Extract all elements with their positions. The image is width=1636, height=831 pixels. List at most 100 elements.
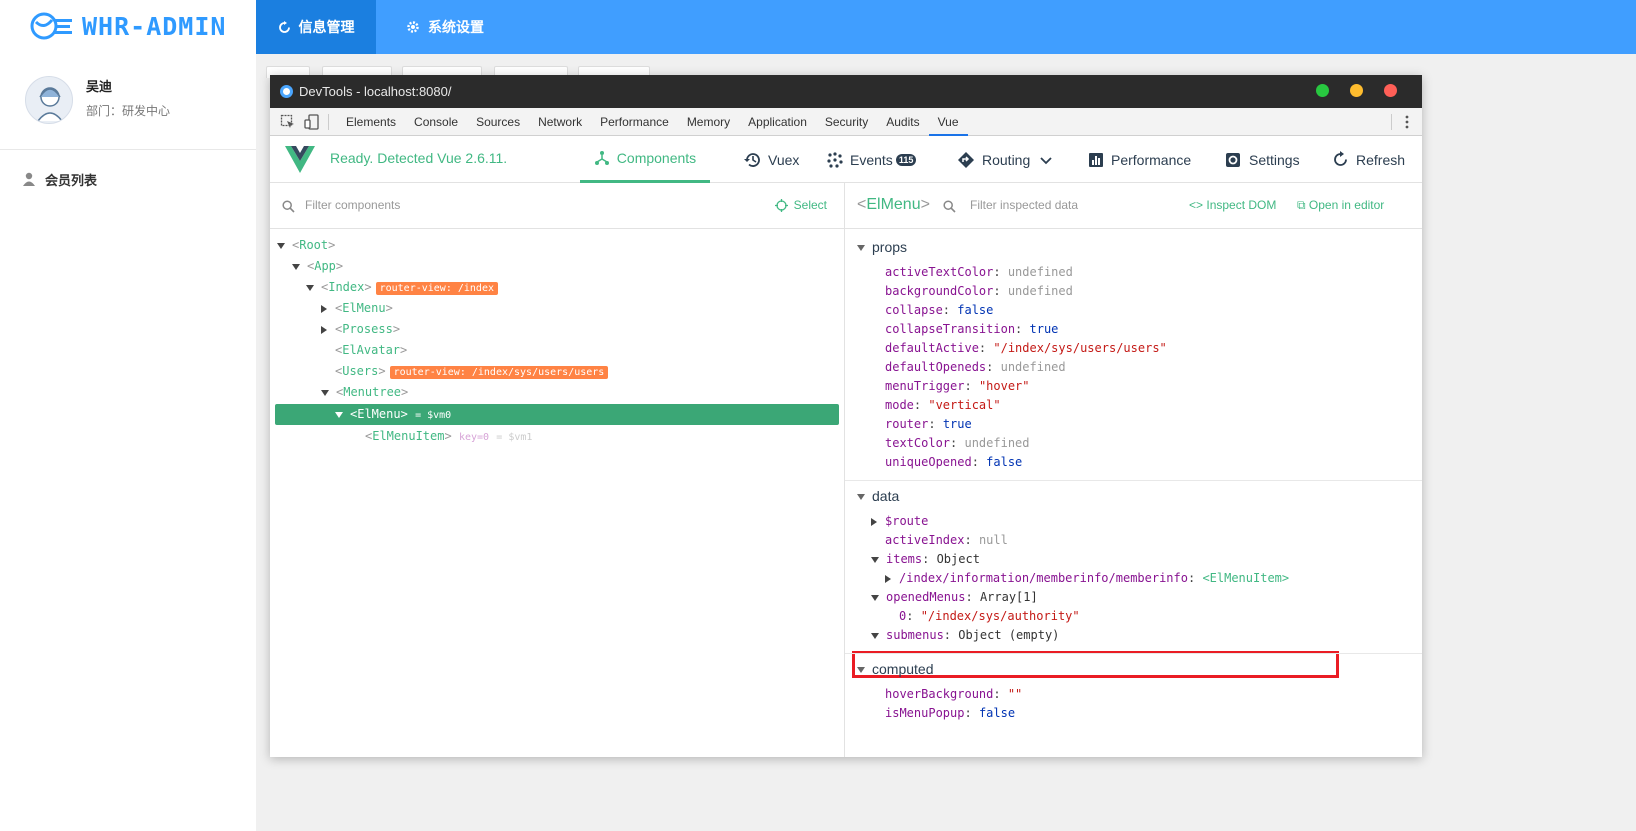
devtools-title: DevTools - localhost:8080/ <box>299 84 452 99</box>
collapse-toggle-icon[interactable] <box>321 304 327 313</box>
device-toolbar-icon[interactable] <box>304 113 320 130</box>
prop-row[interactable]: router: true <box>885 415 972 434</box>
tab-audits[interactable]: Audits <box>877 108 928 136</box>
open-in-editor-button[interactable]: ⧉ Open in editor <box>1297 198 1384 213</box>
data-row[interactable]: 0: "/index/sys/authority" <box>899 607 1080 626</box>
top-navbar: 信息管理 系统设置 <box>256 0 1636 54</box>
collapse-toggle-icon[interactable] <box>871 517 877 526</box>
maximize-button[interactable] <box>1316 84 1329 97</box>
prop-row[interactable]: textColor: undefined <box>885 434 1030 453</box>
devtools-titlebar[interactable]: DevTools - localhost:8080/ <box>270 75 1422 108</box>
data-row[interactable]: openedMenus: Array[1] <box>871 588 1038 607</box>
tab-sources[interactable]: Sources <box>467 108 529 136</box>
tree-node-prosess[interactable]: <Prosess> <box>275 319 839 340</box>
tab-performance[interactable]: Performance <box>591 108 678 136</box>
prop-row[interactable]: defaultOpeneds: undefined <box>885 358 1066 377</box>
select-component-button[interactable]: Select <box>774 198 827 212</box>
tree-node-elmenu-selected[interactable]: <ElMenu> = $vm0 <box>275 404 839 425</box>
section-props[interactable]: props <box>857 239 907 255</box>
vue-tab-events[interactable]: Events 115 <box>827 136 917 183</box>
avatar[interactable] <box>25 76 73 124</box>
section-data[interactable]: data <box>857 488 899 504</box>
component-name: Users <box>342 364 379 378</box>
chrome-icon <box>280 85 293 98</box>
vue-tab-settings[interactable]: Settings <box>1224 136 1300 183</box>
minimize-button[interactable] <box>1350 84 1363 97</box>
prop-row[interactable]: menuTrigger: "hover" <box>885 377 1030 396</box>
prop-row[interactable]: collapse: false <box>885 301 993 320</box>
prop-row[interactable]: activeTextColor: undefined <box>885 263 1073 282</box>
expand-toggle-icon[interactable] <box>335 411 343 418</box>
tab-elements[interactable]: Elements <box>337 108 405 136</box>
data-row[interactable]: $route <box>871 512 928 531</box>
refresh-circle-icon <box>278 20 290 33</box>
expand-toggle-icon[interactable] <box>857 494 865 501</box>
expand-toggle-icon[interactable] <box>871 632 879 639</box>
inspect-dom-button[interactable]: <> Inspect DOM <box>1189 198 1276 212</box>
devtools-tabbar: Elements Console Sources Network Perform… <box>270 108 1422 136</box>
user-icon <box>23 172 35 186</box>
tree-node-users[interactable]: <Users> router-view: /index/sys/users/use… <box>275 361 839 382</box>
data-row[interactable]: activeIndex: null <box>885 531 1008 550</box>
tree-node-elavatar[interactable]: <ElAvatar> <box>275 340 839 361</box>
collapse-toggle-icon[interactable] <box>885 574 891 583</box>
tab-vue[interactable]: Vue <box>928 108 968 136</box>
vue-tab-performance[interactable]: Performance <box>1088 136 1191 183</box>
tab-info-management[interactable]: 信息管理 <box>256 0 376 54</box>
close-button[interactable] <box>1384 84 1397 97</box>
data-row[interactable]: submenus: Object (empty) <box>871 626 1059 645</box>
prop-row[interactable]: defaultActive: "/index/sys/users/users" <box>885 339 1167 358</box>
collapse-toggle-icon[interactable] <box>321 325 327 334</box>
tab-console[interactable]: Console <box>405 108 467 136</box>
tree-node-app[interactable]: <App> <box>275 256 839 277</box>
expand-toggle-icon[interactable] <box>857 245 865 252</box>
logo[interactable]: WHR-ADMIN <box>0 0 256 52</box>
more-options-icon[interactable] <box>1400 114 1414 130</box>
components-panel: Filter components Select <Root> <App> <I… <box>270 183 845 757</box>
history-icon <box>744 152 760 167</box>
vue-tab-routing[interactable]: Routing <box>957 136 1060 183</box>
prop-row[interactable]: backgroundColor: undefined <box>885 282 1073 301</box>
filter-components-input[interactable]: Filter components <box>305 198 400 212</box>
vue-devtools-toolbar: Ready. Detected Vue 2.6.11. Components V… <box>270 136 1422 183</box>
events-icon <box>827 151 843 168</box>
section-computed[interactable]: computed <box>857 661 933 677</box>
tab-system-settings[interactable]: 系统设置 <box>390 0 500 54</box>
vm-ref: = $vm0 <box>415 410 452 421</box>
vue-tab-vuex[interactable]: Vuex <box>743 136 799 183</box>
computed-row[interactable]: isMenuPopup: false <box>885 704 1015 723</box>
expand-toggle-icon[interactable] <box>277 242 285 249</box>
sidebar-item-member-list[interactable]: 会员列表 <box>0 160 256 198</box>
filter-inspected-data-input[interactable]: Filter inspected data <box>970 198 1078 212</box>
vue-tab-refresh[interactable]: Refresh <box>1332 136 1405 183</box>
expand-toggle-icon[interactable] <box>292 263 300 270</box>
user-card: 吴迪 部门：研发中心 <box>0 60 256 150</box>
inspect-element-icon[interactable] <box>280 114 296 130</box>
data-row[interactable]: items: Object <box>871 550 980 569</box>
expand-toggle-icon[interactable] <box>857 667 865 674</box>
tab-application[interactable]: Application <box>739 108 816 136</box>
tree-node-elmenu[interactable]: <ElMenu> <box>275 298 839 319</box>
prop-row[interactable]: uniqueOpened: false <box>885 453 1022 472</box>
expand-toggle-icon[interactable] <box>871 594 879 601</box>
vue-tab-label: Settings <box>1249 151 1300 168</box>
chevron-down-icon <box>1040 156 1052 164</box>
data-row-items-entry[interactable]: /index/information/memberinfo/memberinfo… <box>885 569 1289 588</box>
prop-row[interactable]: collapseTransition: true <box>885 320 1058 339</box>
prop-row[interactable]: mode: "vertical" <box>885 396 1001 415</box>
divider <box>845 480 1422 481</box>
tab-network[interactable]: Network <box>529 108 591 136</box>
tab-security[interactable]: Security <box>816 108 877 136</box>
tree-node-root[interactable]: <Root> <box>275 235 839 256</box>
tree-node-index[interactable]: <Index> router-view: /index <box>275 277 839 298</box>
expand-toggle-icon[interactable] <box>321 389 329 396</box>
expand-toggle-icon[interactable] <box>306 284 314 291</box>
computed-row[interactable]: hoverBackground: "" <box>885 685 1022 704</box>
tree-node-menutree[interactable]: <Menutree> <box>275 382 839 403</box>
component-name: ElAvatar <box>342 343 401 357</box>
expand-toggle-icon[interactable] <box>871 556 879 563</box>
component-name: ElMenu <box>342 301 386 315</box>
tab-memory[interactable]: Memory <box>678 108 739 136</box>
tree-node-elmenuitem[interactable]: <ElMenuItem> key=0 = $vm1 <box>275 426 839 447</box>
vue-tab-components[interactable]: Components <box>580 136 710 183</box>
